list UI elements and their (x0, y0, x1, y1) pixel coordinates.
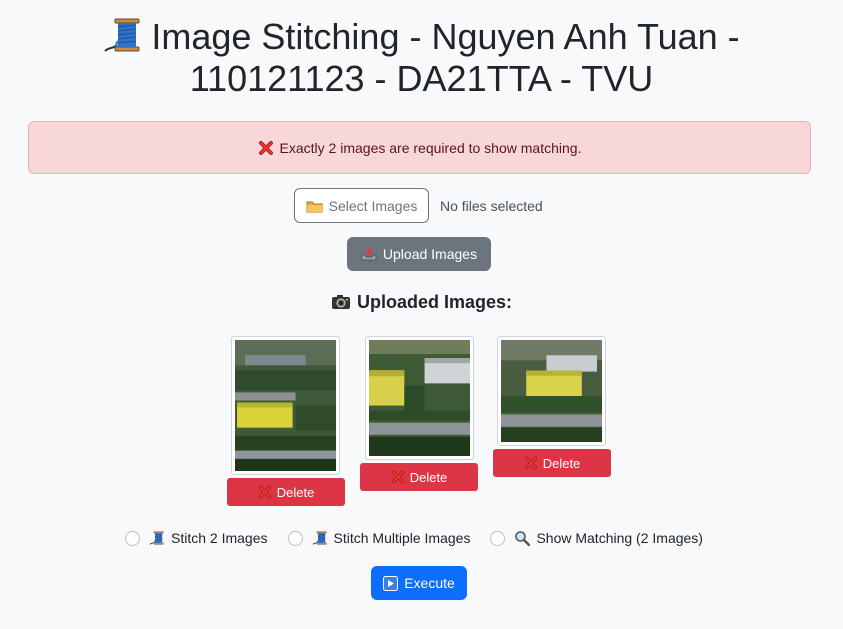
camera-icon (331, 294, 351, 310)
option-stitch-2-images[interactable]: Stitch 2 Images (125, 530, 268, 546)
execute-button[interactable]: Execute (371, 566, 467, 600)
select-images-button[interactable]: Select Images (294, 188, 429, 223)
delete-label: Delete (542, 455, 581, 471)
error-alert: Exactly 2 images are required to show ma… (28, 121, 811, 174)
upload-images-button[interactable]: Upload Images (347, 237, 491, 271)
delete-label: Delete (409, 469, 448, 485)
page-title: Image Stitching - Nguyen Anh Tuan - 1101… (60, 16, 783, 100)
stitch-2-images-radio[interactable] (125, 530, 140, 546)
alert-message: Exactly 2 images are required to show ma… (279, 139, 582, 156)
page-title-text: Image Stitching - Nguyen Anh Tuan - 1101… (151, 16, 740, 99)
file-status: No files selected (440, 197, 543, 214)
thread-spool-icon (103, 17, 143, 53)
cross-mark-icon (258, 140, 274, 156)
uploaded-image-thumbnail (365, 336, 474, 460)
outbox-tray-icon (361, 247, 377, 261)
cross-mark-icon (391, 470, 405, 484)
thread-spool-icon (149, 530, 165, 546)
magnifier-icon (514, 530, 530, 546)
delete-image-button[interactable]: Delete (493, 449, 611, 477)
delete-image-button[interactable]: Delete (360, 463, 478, 491)
option-stitch-multiple-images[interactable]: Stitch Multiple Images (287, 530, 471, 546)
delete-label: Delete (276, 484, 315, 500)
cross-mark-icon (524, 456, 538, 470)
upload-images-label: Upload Images (382, 246, 478, 262)
stitch-multiple-images-radio[interactable] (287, 530, 303, 546)
uploaded-images-heading-text: Uploaded Images: (356, 292, 513, 312)
option-show-matching[interactable]: Show Matching (2 Images) (490, 530, 703, 546)
stitch-multiple-images-label: Stitch Multiple Images (333, 530, 471, 546)
thread-spool-icon (312, 530, 328, 546)
aerial-campus-photo (369, 340, 470, 456)
folder-icon (306, 199, 323, 213)
show-matching-label: Show Matching (2 Images) (536, 530, 703, 546)
stitch-2-images-label: Stitch 2 Images (171, 530, 268, 546)
file-picker: Select Images No files selected (294, 188, 543, 223)
aerial-campus-photo (501, 340, 602, 442)
uploaded-image-thumbnail (231, 336, 340, 475)
uploaded-images-heading: Uploaded Images: (0, 292, 843, 313)
mode-options: Stitch 2 Images Stitch Multiple Images S… (125, 530, 723, 546)
play-button-icon (383, 576, 398, 591)
delete-image-button[interactable]: Delete (227, 478, 345, 506)
cross-mark-icon (258, 485, 272, 499)
uploaded-image-thumbnail (497, 336, 606, 446)
select-images-label: Select Images (328, 197, 418, 214)
show-matching-radio[interactable] (490, 530, 506, 546)
aerial-campus-photo (235, 340, 336, 471)
execute-label: Execute (404, 575, 455, 591)
